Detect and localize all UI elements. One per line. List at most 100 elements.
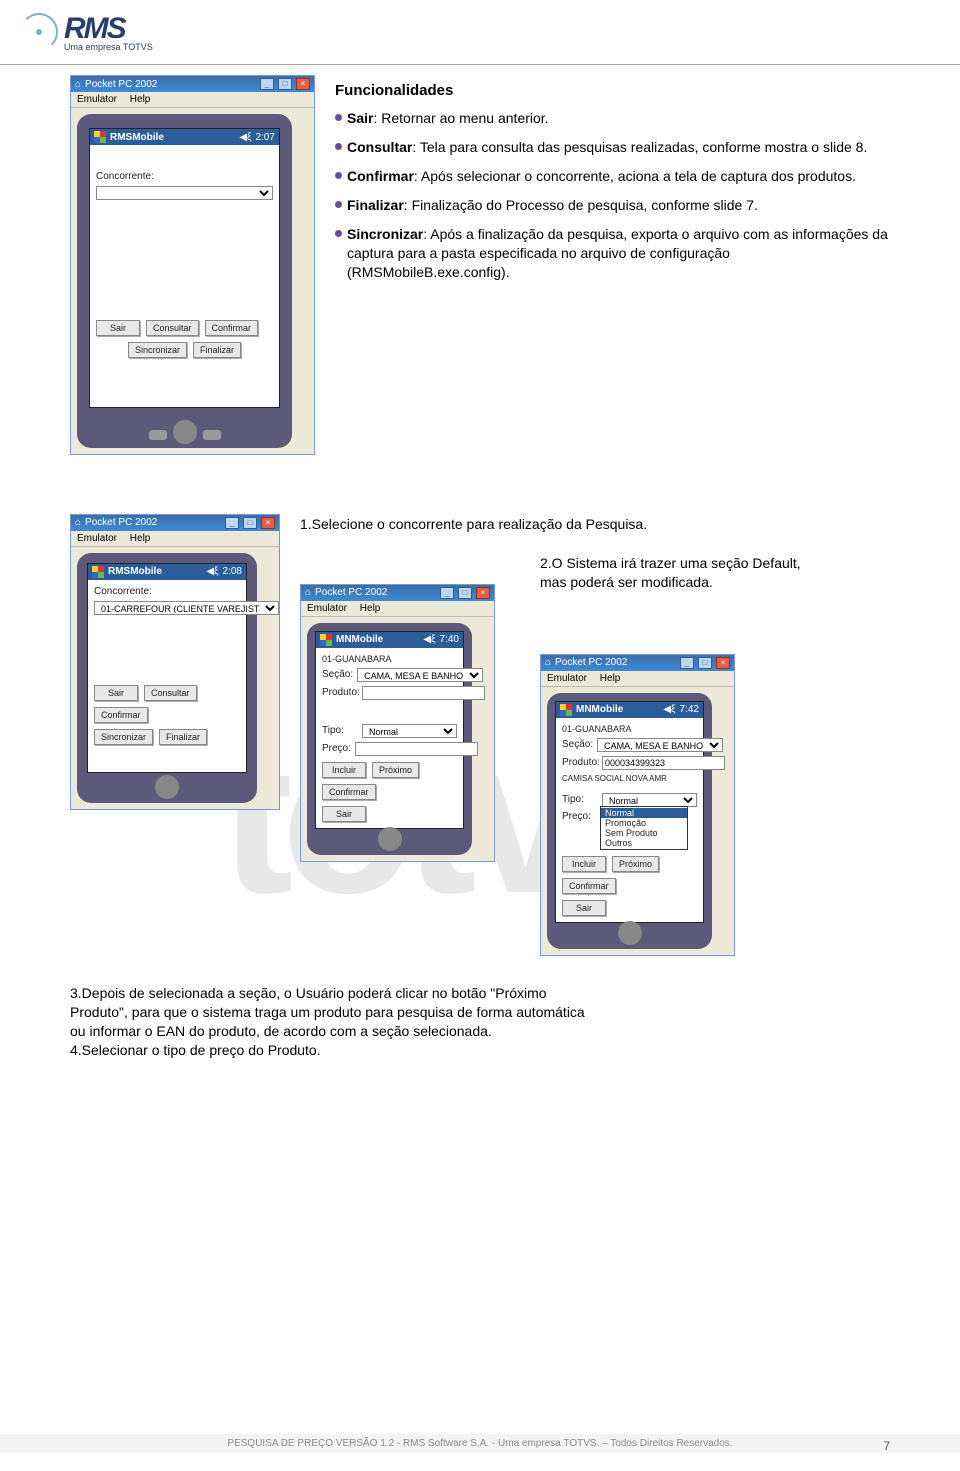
maximize-button[interactable]: □ [278,78,292,90]
finalizar-button[interactable]: Finalizar [193,342,241,358]
header-line: 01-GUANABARA [322,654,457,664]
tipo-select[interactable]: Normal [602,793,697,807]
label-tipo: Tipo: [322,725,358,736]
funcionalidades-block: Funcionalidades Sair: Retornar ao menu a… [335,75,890,291]
speaker-icon: ◀ξ [663,704,675,715]
label-concorrente: Concorrente: [94,586,152,597]
speaker-icon: ◀ξ [423,634,435,645]
menu-help[interactable]: Help [600,673,621,684]
close-button[interactable]: × [261,517,275,529]
emulator-title: Pocket PC 2002 [315,587,436,598]
emulator-window-4: ⌂ Pocket PC 2002 _ □ × Emulator Help MNM… [540,654,735,956]
speaker-icon: ◀ξ [206,566,218,577]
maximize-button[interactable]: □ [698,657,712,669]
label-secao: Seção: [562,739,593,750]
close-button[interactable]: × [716,657,730,669]
label-tipo: Tipo: [562,794,598,805]
desc-sincronizar: : Após a finalização da pesquisa, export… [347,226,888,280]
emulator-title: Pocket PC 2002 [85,517,221,528]
step3-text: 3.Depois de selecionada a seção, o Usuár… [70,984,590,1041]
clock-time: 2:08 [223,566,242,577]
clock-time: 7:40 [440,634,459,645]
menu-emulator[interactable]: Emulator [77,533,117,544]
emulator-window-2: ⌂ Pocket PC 2002 _ □ × Emulator Help RMS… [70,514,280,810]
speaker-icon: ◀ξ [239,132,251,143]
pocket-pc-icon: ⌂ [75,517,81,528]
incluir-button[interactable]: Incluir [562,856,606,872]
dropdown-option[interactable]: Outros [601,838,687,848]
tipo-dropdown-open[interactable]: Normal Promoção Sem Produto Outros [600,806,688,850]
confirmar-button[interactable]: Confirmar [94,707,148,723]
sair-button[interactable]: Sair [322,806,366,822]
confirmar-button[interactable]: Confirmar [205,320,259,336]
label-sair: Sair [347,110,373,126]
menu-emulator[interactable]: Emulator [547,673,587,684]
minimize-button[interactable]: _ [225,517,239,529]
minimize-button[interactable]: _ [440,587,454,599]
minimize-button[interactable]: _ [260,78,274,90]
step1-text: 1.Selecione o concorrente para realizaçã… [300,515,890,534]
page-header: RMS Uma empresa TOTVS [0,0,960,65]
dropdown-option[interactable]: Normal [601,808,687,818]
label-preco: Preço: [322,743,351,754]
menu-help[interactable]: Help [360,603,381,614]
label-finalizar: Finalizar [347,197,404,213]
close-button[interactable]: × [476,587,490,599]
windows-flag-icon [94,131,106,143]
confirmar-button[interactable]: Confirmar [322,784,376,800]
label-confirmar: Confirmar [347,168,414,184]
dropdown-option[interactable]: Promoção [601,818,687,828]
maximize-button[interactable]: □ [243,517,257,529]
page-footer: PESQUISA DE PREÇO VERSÃO 1.2 - RMS Softw… [0,1434,960,1453]
menu-emulator[interactable]: Emulator [77,94,117,105]
dropdown-option[interactable]: Sem Produto [601,828,687,838]
sair-button[interactable]: Sair [96,320,140,336]
concorrente-select[interactable] [96,186,273,200]
emulator-title: Pocket PC 2002 [555,657,676,668]
produto-input[interactable] [362,686,485,700]
consultar-button[interactable]: Consultar [146,320,199,336]
windows-flag-icon [560,704,572,716]
windows-flag-icon [320,634,332,646]
close-button[interactable]: × [296,78,310,90]
finalizar-button[interactable]: Finalizar [159,729,207,745]
dpad-icon [155,775,179,799]
menu-emulator[interactable]: Emulator [307,603,347,614]
sair-button[interactable]: Sair [94,685,138,701]
desc-sair: : Retornar ao menu anterior. [373,110,548,126]
sincronizar-button[interactable]: Sincronizar [94,729,153,745]
dpad-icon [173,420,197,444]
proximo-button[interactable]: Próximo [612,856,659,872]
pocket-pc-icon: ⌂ [545,657,551,668]
incluir-button[interactable]: Incluir [322,762,366,778]
tipo-select[interactable]: Normal [362,724,457,738]
concorrente-select[interactable]: 01-CARREFOUR (CLIENTE VAREJIST [94,601,279,615]
emulator-window-1: ⌂ Pocket PC 2002 _ □ × Emulator Help RMS… [70,75,315,455]
step4-text: 4.Selecionar o tipo de preço do Produto. [70,1041,590,1060]
label-concorrente: Concorrente: [96,171,154,182]
confirmar-button[interactable]: Confirmar [562,878,616,894]
secao-select[interactable]: CAMA, MESA E BANHO [357,668,483,682]
minimize-button[interactable]: _ [680,657,694,669]
preco-input[interactable] [355,742,478,756]
emulator-window-3: ⌂ Pocket PC 2002 _ □ × Emulator Help MNM… [300,584,495,862]
secao-select[interactable]: CAMA, MESA E BANHO [597,738,723,752]
menu-help[interactable]: Help [130,533,151,544]
produto-input[interactable] [602,756,725,770]
label-secao: Seção: [322,669,353,680]
desc-consultar: : Tela para consulta das pesquisas reali… [412,139,867,155]
label-consultar: Consultar [347,139,412,155]
sincronizar-button[interactable]: Sincronizar [128,342,187,358]
logo-text: RMS [64,12,153,46]
app-title: MNMobile [576,704,663,715]
label-sincronizar: Sincronizar [347,226,423,242]
step2-text: 2.O Sistema irá trazer uma seção Default… [540,554,820,592]
clock-time: 2:07 [256,132,275,143]
menu-help[interactable]: Help [130,94,151,105]
label-produto: Produto: [562,757,598,768]
proximo-button[interactable]: Próximo [372,762,419,778]
label-preco: Preço: [562,811,598,822]
maximize-button[interactable]: □ [458,587,472,599]
sair-button[interactable]: Sair [562,900,606,916]
consultar-button[interactable]: Consultar [144,685,197,701]
